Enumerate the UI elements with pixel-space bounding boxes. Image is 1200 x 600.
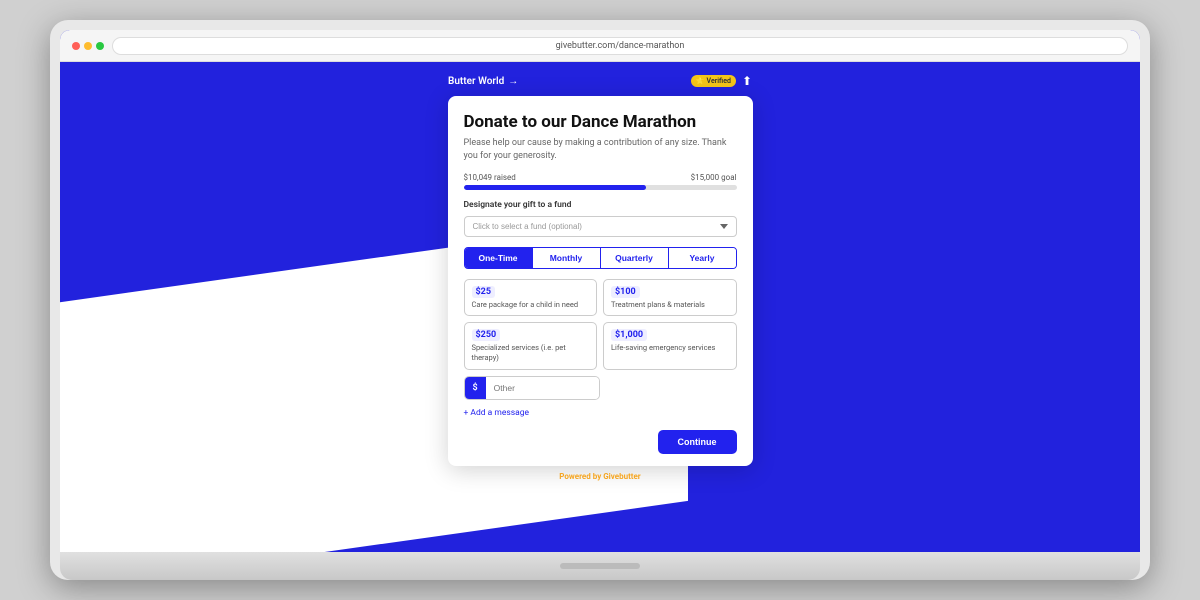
laptop-base (60, 552, 1140, 580)
tab-one-time[interactable]: One-Time (465, 248, 532, 268)
amount-desc-250: Specialized services (i.e. pet therapy) (472, 343, 590, 363)
nav-brand: Butter World → (448, 76, 518, 87)
dot-yellow (84, 42, 92, 50)
tab-yearly[interactable]: Yearly (668, 248, 736, 268)
fund-label: Designate your gift to a fund (464, 200, 737, 210)
custom-amount-input[interactable] (486, 377, 599, 399)
amount-value-100: $100 (611, 286, 640, 298)
laptop: givebutter.com/dance-marathon Butter Wor… (50, 20, 1150, 580)
nav-arrow: → (508, 76, 518, 87)
progress-raised: $10,049 raised (464, 173, 516, 182)
verified-label: Verified (707, 77, 731, 85)
continue-button[interactable]: Continue (658, 430, 737, 454)
amount-row-100: $100 (611, 286, 729, 298)
amount-card-1000[interactable]: $1,000 Life-saving emergency services (603, 322, 737, 370)
tab-quarterly[interactable]: Quarterly (600, 248, 668, 268)
amount-card-25[interactable]: $25 Care package for a child in need (464, 279, 598, 317)
amount-row-1000: $1,000 (611, 329, 729, 341)
browser-bar: givebutter.com/dance-marathon (60, 30, 1140, 62)
amount-card-250[interactable]: $250 Specialized services (i.e. pet ther… (464, 322, 598, 370)
fund-select[interactable]: Click to select a fund (optional) (464, 216, 737, 237)
custom-amount-row: $ (464, 376, 601, 400)
custom-prefix: $ (465, 377, 486, 399)
amount-card-100[interactable]: $100 Treatment plans & materials (603, 279, 737, 317)
powered-by-text: Powered by (559, 472, 601, 481)
verified-badge: ⭐ Verified (691, 75, 736, 87)
dot-red (72, 42, 80, 50)
frequency-tabs: One-Time Monthly Quarterly Yearly (464, 247, 737, 269)
laptop-notch (560, 563, 640, 569)
amount-value-25: $25 (472, 286, 496, 298)
verified-star: ⭐ (696, 77, 705, 85)
browser-dots (72, 42, 104, 50)
top-nav: Butter World → ⭐ Verified ⬆ (440, 70, 760, 92)
content-area: Butter World → ⭐ Verified ⬆ Donate to ou… (60, 62, 1140, 552)
amount-desc-1000: Life-saving emergency services (611, 343, 729, 353)
tab-monthly[interactable]: Monthly (532, 248, 600, 268)
modal-subtitle: Please help our cause by making a contri… (464, 137, 737, 162)
laptop-screen: givebutter.com/dance-marathon Butter Wor… (60, 30, 1140, 552)
progress-row: $10,049 raised $15,000 goal (464, 173, 737, 182)
donation-modal: Donate to our Dance Marathon Please help… (448, 96, 753, 466)
amount-value-250: $250 (472, 329, 501, 341)
progress-goal: $15,000 goal (691, 173, 737, 182)
dot-green (96, 42, 104, 50)
progress-fill (464, 185, 647, 190)
amount-row-250: $250 (472, 329, 590, 341)
nav-right: ⭐ Verified ⬆ (691, 74, 752, 88)
powered-by: Powered by Givebutter (559, 466, 641, 485)
amount-row-25: $25 (472, 286, 590, 298)
share-icon[interactable]: ⬆ (742, 74, 752, 88)
browser-url: givebutter.com/dance-marathon (112, 37, 1128, 55)
amount-desc-25: Care package for a child in need (472, 300, 590, 310)
add-message-link[interactable]: + Add a message (464, 408, 737, 418)
modal-title: Donate to our Dance Marathon (464, 112, 737, 132)
progress-bar (464, 185, 737, 190)
amount-value-1000: $1,000 (611, 329, 647, 341)
givebutter-brand: Givebutter (603, 472, 641, 481)
amount-grid: $25 Care package for a child in need $10… (464, 279, 737, 370)
brand-name: Butter World (448, 76, 504, 87)
amount-desc-100: Treatment plans & materials (611, 300, 729, 310)
btn-row: Continue (464, 430, 737, 454)
